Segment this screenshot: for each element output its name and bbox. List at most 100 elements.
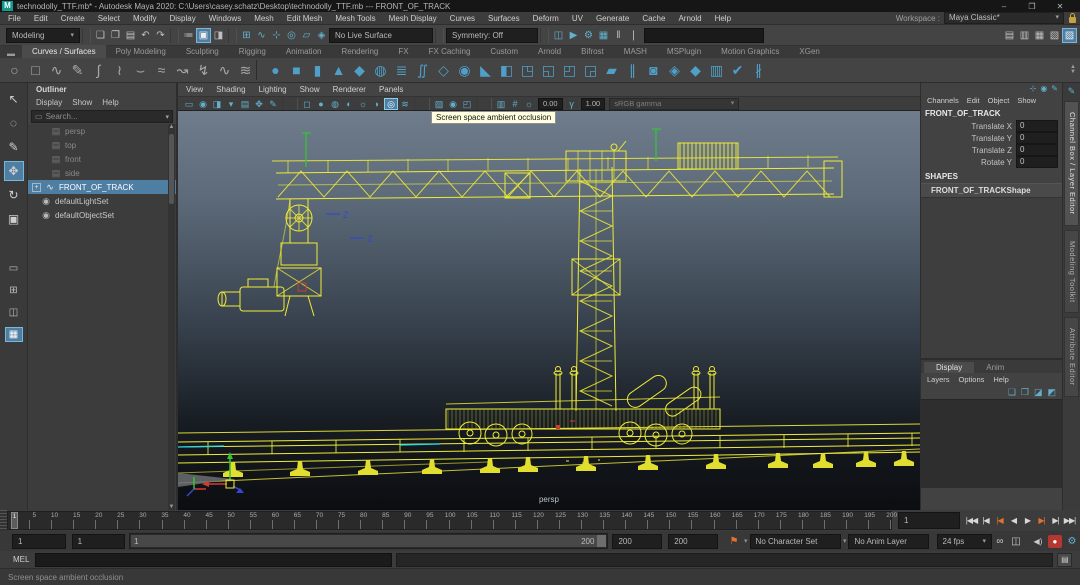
- ep-curve-icon[interactable]: ∫: [88, 60, 109, 81]
- snap-point-icon[interactable]: ⊹: [269, 28, 284, 43]
- menu-set-dropdown[interactable]: Modeling ▾: [6, 28, 80, 43]
- viewport-menu-item[interactable]: Panels: [379, 85, 403, 94]
- nurbs-plane-icon[interactable]: ◆: [349, 60, 370, 81]
- snap-projected-center-icon[interactable]: ◎: [284, 28, 299, 43]
- shelf-tab[interactable]: Curves / Surfaces: [22, 45, 106, 58]
- lasso-tool[interactable]: ◌: [4, 113, 24, 133]
- xray-joints-icon[interactable]: #: [508, 98, 522, 110]
- view-transform-dropdown[interactable]: sRGB gamma ▾: [609, 98, 739, 110]
- grease-pencil-icon[interactable]: ✎: [266, 98, 280, 110]
- nurbs-cube-icon[interactable]: ■: [286, 60, 307, 81]
- sidebar-vertical-tab[interactable]: Channel Box / Layer Editor: [1064, 101, 1079, 226]
- shelf-tab[interactable]: MASH: [614, 45, 657, 58]
- close-button[interactable]: ✕: [1054, 2, 1066, 11]
- mel-input-field[interactable]: [35, 553, 392, 567]
- loft-icon[interactable]: ≣: [391, 60, 412, 81]
- insert-knot-icon[interactable]: ↯: [193, 60, 214, 81]
- layer-menu-item[interactable]: Options: [959, 375, 985, 384]
- animation-start-field[interactable]: 1: [72, 534, 126, 549]
- outliner-item[interactable]: + ∿ FRONT_OF_TRACK: [28, 180, 176, 194]
- live-surface-field[interactable]: No Live Surface: [329, 28, 433, 43]
- planar-icon[interactable]: ◧: [496, 60, 517, 81]
- image-plane-icon[interactable]: ▤: [238, 98, 252, 110]
- auto-keyframe-toggle[interactable]: ●: [1048, 535, 1062, 548]
- attach-curves-icon[interactable]: ≈: [151, 60, 172, 81]
- menu-item[interactable]: File: [8, 14, 21, 23]
- gamma-icon[interactable]: γ: [565, 98, 579, 110]
- lock-camera-icon[interactable]: ◉: [196, 98, 210, 110]
- channel-pin-icon[interactable]: ⊹: [1030, 84, 1037, 93]
- channel-box-menu-item[interactable]: Channels: [927, 96, 959, 105]
- move-layer-down-icon[interactable]: ❐: [1021, 387, 1029, 398]
- viewport-menu-item[interactable]: Show: [300, 85, 320, 94]
- smooth-shade-icon[interactable]: ●: [314, 98, 328, 110]
- menu-item[interactable]: Surfaces: [488, 14, 520, 23]
- playblast-icon[interactable]: ◫: [1008, 536, 1024, 547]
- step-forward-frame-button[interactable]: ▶|: [1049, 516, 1062, 525]
- maximize-button[interactable]: ❐: [1026, 2, 1038, 11]
- nurbs-square-icon[interactable]: □: [25, 60, 46, 81]
- menu-item[interactable]: Mesh Display: [389, 14, 437, 23]
- attribute-editor-toggle[interactable]: ▦: [1032, 28, 1047, 43]
- current-frame-field[interactable]: 1: [898, 512, 960, 529]
- outliner-toggle[interactable]: ▤: [1002, 28, 1017, 43]
- attribute-value-field[interactable]: 0: [1016, 120, 1058, 132]
- nurbs-circle-icon[interactable]: ○: [4, 60, 25, 81]
- interrupt-icon[interactable]: ❘: [626, 28, 641, 43]
- outliner-item[interactable]: ◉ defaultObjectSet: [28, 208, 176, 222]
- playback-start-field[interactable]: 1: [12, 534, 66, 549]
- anim-layer-dropdown[interactable]: No Anim Layer: [848, 534, 928, 549]
- untrim-icon[interactable]: ◲: [580, 60, 601, 81]
- shadows-icon[interactable]: ◗: [370, 98, 384, 110]
- shelf-tab[interactable]: Bifrost: [571, 45, 614, 58]
- project-curve-icon[interactable]: ◳: [517, 60, 538, 81]
- tool-settings-toggle[interactable]: ▥: [1017, 28, 1032, 43]
- shelf-tab[interactable]: Arnold: [528, 45, 571, 58]
- exposure-field[interactable]: 0.00: [538, 98, 563, 110]
- boundary-icon[interactable]: ◇: [433, 60, 454, 81]
- script-editor-button[interactable]: ▤: [1057, 553, 1072, 567]
- layer-editor-tab[interactable]: Display: [924, 362, 974, 373]
- layer-menu-item[interactable]: Layers: [927, 375, 950, 384]
- bookmark-icon[interactable]: ⚑: [726, 536, 742, 547]
- depth-of-field-icon[interactable]: ◉: [446, 98, 460, 110]
- viewport-menu-item[interactable]: Renderer: [333, 85, 366, 94]
- surface-fillet-icon[interactable]: ◆: [685, 60, 706, 81]
- multisample-icon[interactable]: ▨: [432, 98, 446, 110]
- lighting-icon[interactable]: ☼: [356, 98, 370, 110]
- chevron-down-icon[interactable]: ▾: [744, 537, 748, 545]
- scale-tool[interactable]: ▣: [4, 209, 24, 229]
- snap-view-plane-icon[interactable]: ▱: [299, 28, 314, 43]
- three-point-arc-icon[interactable]: ⌣: [130, 60, 151, 81]
- outliner-item[interactable]: ▤ persp: [28, 124, 176, 138]
- nurbs-torus-icon[interactable]: ◍: [370, 60, 391, 81]
- menu-item[interactable]: UV: [572, 14, 583, 23]
- xray-icon[interactable]: ▥: [494, 98, 508, 110]
- character-set-dropdown[interactable]: No Character Set: [750, 534, 841, 549]
- duplicate-surface-curve-icon[interactable]: ◱: [538, 60, 559, 81]
- attribute-value-field[interactable]: 0: [1016, 156, 1058, 168]
- menu-item[interactable]: Create: [61, 14, 85, 23]
- range-bar[interactable]: 1 200: [131, 535, 606, 547]
- render-view-icon[interactable]: ◫: [551, 28, 566, 43]
- menu-item[interactable]: Select: [98, 14, 120, 23]
- layer-editor-tab[interactable]: Anim: [974, 362, 1016, 373]
- bezier-curve-icon[interactable]: ≀: [109, 60, 130, 81]
- show-manipulator-icon[interactable]: ✎: [1063, 83, 1080, 99]
- menu-item[interactable]: Curves: [450, 14, 475, 23]
- outliner-menu-item[interactable]: Help: [102, 98, 118, 107]
- menu-item[interactable]: Cache: [642, 14, 665, 23]
- shelf-tab[interactable]: FX: [388, 45, 418, 58]
- shelf-tab[interactable]: Custom: [480, 45, 528, 58]
- shelf-tab[interactable]: Rendering: [331, 45, 388, 58]
- symmetry-field[interactable]: Symmetry: Off: [446, 28, 538, 43]
- menu-item[interactable]: Generate: [596, 14, 629, 23]
- step-back-frame-button[interactable]: |◀: [979, 516, 992, 525]
- shelf-tab[interactable]: Animation: [276, 45, 332, 58]
- offset-curve-icon[interactable]: ≋: [235, 60, 256, 81]
- step-forward-key-button[interactable]: ▶|: [1035, 516, 1048, 525]
- step-back-key-button[interactable]: |◀: [993, 516, 1006, 525]
- frame-ruler[interactable]: 1 5 10 15 20 25 30 35 40: [7, 511, 892, 530]
- shelf-tab[interactable]: Poly Modeling: [106, 45, 176, 58]
- textured-icon[interactable]: ◍: [328, 98, 342, 110]
